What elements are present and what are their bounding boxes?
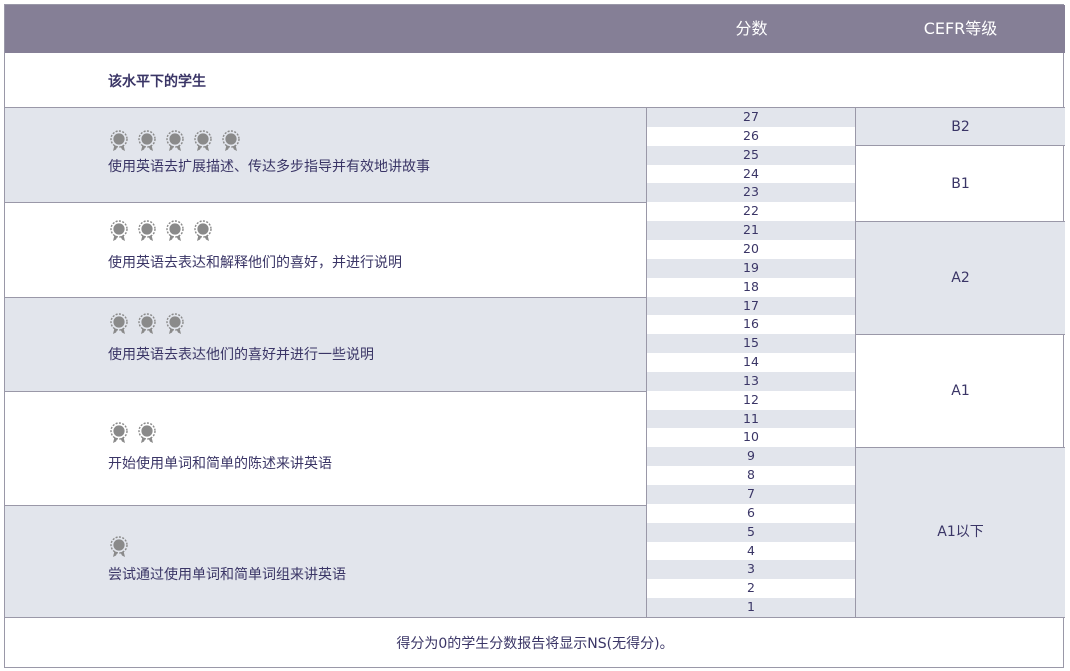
score-cell: 5: [647, 522, 855, 542]
band-4-stars: 使用英语去表达和解释他们的喜好，并进行说明: [5, 203, 646, 298]
score-cell: 7: [647, 485, 855, 504]
band-description: 尝试通过使用单词和简单词组来讲英语: [108, 567, 346, 583]
score-cell: 19: [647, 258, 855, 278]
score-column-header: 分数: [735, 19, 768, 38]
cefr-level-b2: B2: [856, 108, 1065, 146]
medal-icon: [108, 130, 130, 152]
cefr-level-a1: A1: [856, 335, 1065, 448]
cefr-level-b1: B1: [856, 146, 1065, 222]
medal-icon: [136, 422, 158, 444]
students-at-level-label: 该水平下的学生: [108, 74, 206, 90]
cefr-column-header: CEFR等级: [923, 19, 998, 38]
score-cell: 22: [743, 203, 759, 219]
score-column: 27 26 25 24 23 22 21 20 19 18 17 16 15 14 13 12 11 10 9 8 7 6…: [646, 108, 856, 617]
score-cell: 12: [743, 391, 759, 407]
band-description: 使用英语去表达他们的喜好并进行一些说明: [108, 347, 374, 363]
score-cell: 2: [747, 580, 755, 596]
score-cell: 18: [743, 278, 759, 294]
medal-icon: [108, 313, 130, 335]
score-cell: 26: [743, 127, 759, 143]
score-cell: 3: [647, 560, 855, 580]
score-table: 分数 CEFR等级 该水平下的学生 使用英语去扩展描述、传达多步指导并有效地讲故…: [4, 4, 1065, 669]
medal-icon: [108, 536, 130, 558]
score-cell: 8: [747, 467, 755, 483]
band-description: 使用英语去表达和解释他们的喜好，并进行说明: [108, 255, 402, 271]
band-5-stars: 使用英语去扩展描述、传达多步指导并有效地讲故事: [5, 108, 646, 203]
medal-icon: [220, 130, 242, 152]
score-cell: 27: [647, 108, 855, 127]
score-cell: 25: [647, 145, 855, 165]
score-cell: 16: [743, 316, 759, 332]
star-rating: [108, 220, 214, 242]
medal-icon: [192, 220, 214, 242]
cefr-level-a2: A2: [856, 222, 1065, 335]
medal-icon: [136, 130, 158, 152]
band-1-star: 尝试通过使用单词和简单词组来讲英语: [5, 506, 646, 617]
score-cell: 9: [647, 447, 855, 467]
medal-icon: [164, 313, 186, 335]
table-header: 分数 CEFR等级: [5, 5, 1065, 53]
star-rating: [108, 422, 158, 444]
score-cell: 10: [743, 429, 759, 445]
score-cell: 24: [743, 165, 759, 181]
score-cell: 6: [747, 504, 755, 520]
star-rating: [108, 313, 186, 335]
band-description: 使用英语去扩展描述、传达多步指导并有效地讲故事: [108, 159, 430, 175]
score-cell: 23: [647, 183, 855, 203]
score-cell: 11: [647, 409, 855, 429]
score-cell: 14: [743, 354, 759, 370]
medal-icon: [108, 220, 130, 242]
band-description: 开始使用单词和简单的陈述来讲英语: [108, 456, 332, 472]
score-cell: 20: [743, 240, 759, 256]
medal-icon: [136, 220, 158, 242]
score-cell: 13: [647, 371, 855, 391]
score-cell: 17: [647, 296, 855, 316]
medal-icon: [164, 220, 186, 242]
score-cell: 15: [647, 334, 855, 354]
footer-note: 得分为0的学生分数报告将显示NS(无得分)。: [5, 617, 1065, 669]
band-2-stars: 开始使用单词和简单的陈述来讲英语: [5, 392, 646, 506]
score-cell: 21: [647, 221, 855, 240]
band-3-stars: 使用英语去表达他们的喜好并进行一些说明: [5, 298, 646, 392]
star-rating: [108, 536, 130, 558]
students-at-level-row: 该水平下的学生: [5, 53, 1065, 108]
medal-icon: [136, 313, 158, 335]
score-cell: 1: [647, 598, 855, 617]
medal-icon: [192, 130, 214, 152]
score-cell: 4: [747, 542, 755, 558]
cefr-level-below-a1: A1以下: [856, 448, 1065, 617]
star-rating: [108, 130, 242, 152]
medal-icon: [108, 422, 130, 444]
medal-icon: [164, 130, 186, 152]
